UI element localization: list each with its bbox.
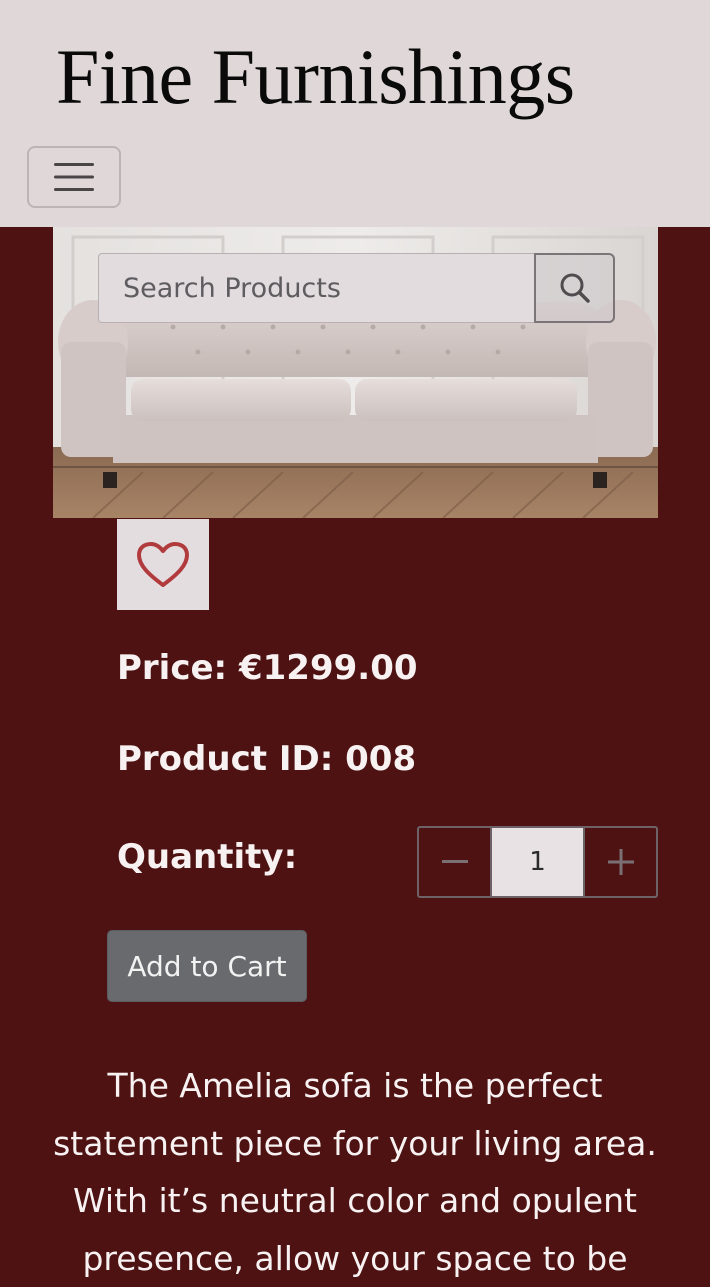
- product-price: Price: €1299.00: [117, 648, 418, 688]
- product-description: The Amelia sofa is the perfect statement…: [53, 1066, 657, 1278]
- wishlist-button[interactable]: [117, 519, 209, 610]
- search-input[interactable]: [98, 253, 536, 323]
- heart-outline-icon: [137, 541, 189, 587]
- search-bar: [98, 253, 615, 323]
- navbar-toggle-button[interactable]: [27, 146, 121, 208]
- product-id: Product ID: 008: [117, 739, 417, 779]
- search-icon: [560, 273, 590, 303]
- minus-icon: [441, 860, 468, 863]
- site-brand[interactable]: Fine Furnishings: [56, 38, 575, 116]
- quantity-label: Quantity:: [117, 837, 298, 877]
- plus-icon: [607, 849, 634, 875]
- hamburger-menu-icon: [54, 163, 94, 191]
- search-button[interactable]: [534, 253, 615, 323]
- quantity-input[interactable]: 1: [492, 826, 583, 898]
- site-header: Fine Furnishings: [0, 0, 710, 227]
- add-to-cart-button[interactable]: Add to Cart: [107, 930, 307, 1002]
- decrement-button[interactable]: [417, 826, 492, 898]
- increment-button[interactable]: [583, 826, 658, 898]
- quantity-stepper: 1: [417, 826, 658, 898]
